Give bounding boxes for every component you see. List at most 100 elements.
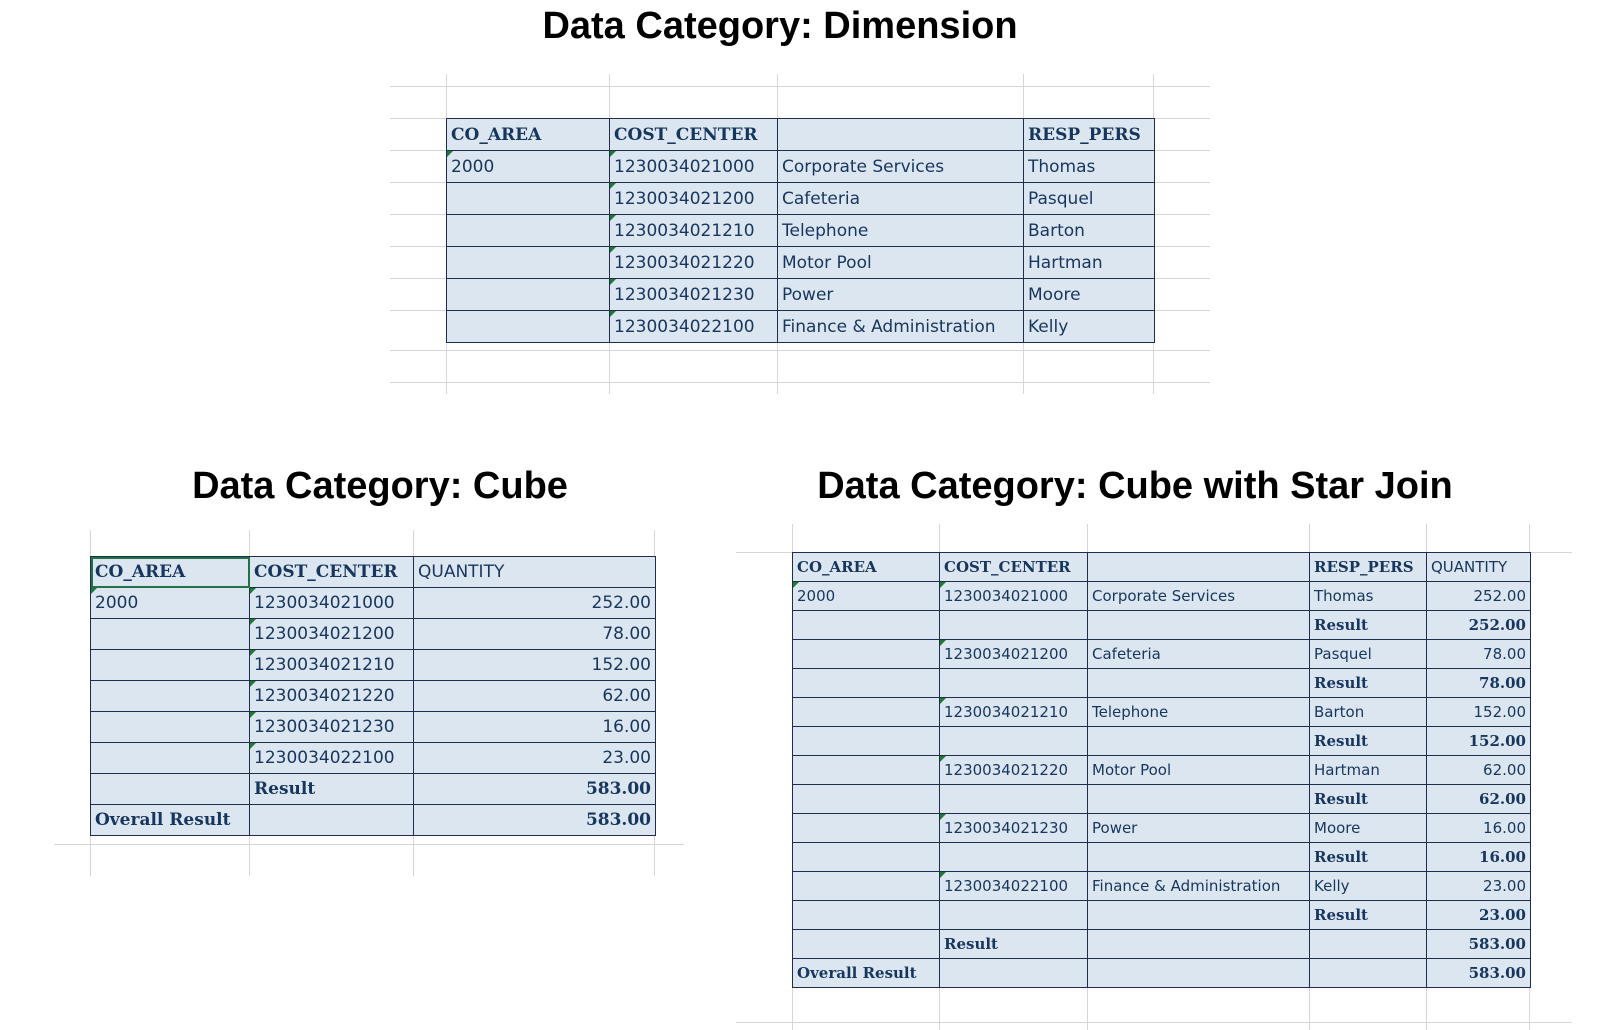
subtotal-value[interactable]: 62.00 [1426, 784, 1531, 814]
header-co-area[interactable]: CO_AREA [792, 552, 940, 582]
subtotal-value[interactable]: 152.00 [1426, 726, 1531, 756]
header-cost-center[interactable]: COST_CENTER [609, 118, 778, 151]
cell-resp-pers[interactable]: Barton [1309, 697, 1427, 727]
cell-text[interactable]: Motor Pool [777, 246, 1024, 279]
cell-resp-pers[interactable]: Thomas [1023, 150, 1155, 183]
cell-text[interactable] [1087, 842, 1310, 872]
cell-resp-pers[interactable]: Pasquel [1309, 639, 1427, 669]
cell-co-area[interactable] [90, 742, 250, 774]
cell-text[interactable]: Cafeteria [1087, 639, 1310, 669]
cell-cost-center[interactable] [939, 726, 1088, 756]
cell-co-area[interactable] [90, 773, 250, 805]
header-quantity[interactable]: QUANTITY [1426, 552, 1531, 582]
cell-cost-center[interactable] [939, 610, 1088, 640]
cell-co-area[interactable] [792, 900, 940, 930]
cell-text[interactable] [1087, 668, 1310, 698]
subtotal-label[interactable]: Result [1309, 726, 1427, 756]
cell-resp-pers[interactable]: Pasquel [1023, 182, 1155, 215]
cell-text[interactable]: Corporate Services [777, 150, 1024, 183]
cell-resp-pers[interactable]: Kelly [1023, 310, 1155, 343]
subtotal-value[interactable]: 23.00 [1426, 900, 1531, 930]
header-co-area[interactable]: CO_AREA [446, 118, 610, 151]
header-text[interactable] [777, 118, 1024, 151]
header-resp-pers[interactable]: RESP_PERS [1309, 552, 1427, 582]
cell-quantity[interactable]: 62.00 [413, 680, 656, 712]
cell-text[interactable]: Corporate Services [1087, 581, 1310, 611]
cell-cost-center[interactable] [939, 784, 1088, 814]
cell-co-area[interactable] [90, 711, 250, 743]
cell-cost-center[interactable]: 1230034021000 [609, 150, 778, 183]
cell-quantity[interactable]: 78.00 [1426, 639, 1531, 669]
cell-text[interactable] [1087, 610, 1310, 640]
cell-quantity[interactable]: 252.00 [1426, 581, 1531, 611]
cell-text[interactable] [1087, 958, 1310, 988]
cell-quantity[interactable]: 62.00 [1426, 755, 1531, 785]
cell-co-area[interactable] [90, 649, 250, 681]
cell-cost-center[interactable]: 1230034022100 [939, 871, 1088, 901]
header-quantity[interactable]: QUANTITY [413, 556, 656, 588]
header-cost-center[interactable]: COST_CENTER [249, 556, 414, 588]
subtotal-label[interactable]: Result [1309, 900, 1427, 930]
cell-text[interactable]: Cafeteria [777, 182, 1024, 215]
cell-cost-center[interactable] [249, 804, 414, 836]
cell-cost-center[interactable]: 1230034021000 [939, 581, 1088, 611]
cell-co-area[interactable] [446, 182, 610, 215]
cell-quantity[interactable]: 152.00 [413, 649, 656, 681]
cell-co-area[interactable] [792, 697, 940, 727]
cell-text[interactable]: Telephone [777, 214, 1024, 247]
cell-quantity[interactable]: 78.00 [413, 618, 656, 650]
cell-cost-center[interactable]: 1230034021230 [939, 813, 1088, 843]
cell-text[interactable]: Finance & Administration [777, 310, 1024, 343]
subtotal-label[interactable]: Result [1309, 668, 1427, 698]
cell-resp-pers[interactable] [1309, 958, 1427, 988]
header-text[interactable] [1087, 552, 1310, 582]
cell-text[interactable]: Power [777, 278, 1024, 311]
cell-text[interactable] [1087, 900, 1310, 930]
subtotal-value[interactable]: 78.00 [1426, 668, 1531, 698]
cell-text[interactable]: Finance & Administration [1087, 871, 1310, 901]
cell-co-area[interactable] [792, 784, 940, 814]
cell-co-area[interactable]: 2000 [792, 581, 940, 611]
result-label[interactable]: Result [249, 773, 414, 805]
cell-cost-center[interactable] [939, 958, 1088, 988]
cell-cost-center[interactable]: 1230034021230 [249, 711, 414, 743]
cell-cost-center[interactable]: 1230034021210 [249, 649, 414, 681]
cell-co-area[interactable] [792, 639, 940, 669]
cell-resp-pers[interactable]: Thomas [1309, 581, 1427, 611]
cell-co-area[interactable] [90, 680, 250, 712]
cell-co-area[interactable] [792, 813, 940, 843]
cell-cost-center[interactable] [939, 900, 1088, 930]
result-label[interactable]: Result [939, 929, 1088, 959]
cell-resp-pers[interactable] [1309, 929, 1427, 959]
cell-co-area[interactable] [446, 310, 610, 343]
cell-co-area[interactable] [446, 278, 610, 311]
cell-cost-center[interactable]: 1230034021200 [609, 182, 778, 215]
cell-co-area[interactable]: 2000 [90, 587, 250, 619]
cell-quantity[interactable]: 16.00 [413, 711, 656, 743]
cell-quantity[interactable]: 23.00 [413, 742, 656, 774]
cell-co-area[interactable] [792, 610, 940, 640]
cell-co-area[interactable] [446, 246, 610, 279]
cell-cost-center[interactable]: 1230034022100 [249, 742, 414, 774]
cell-cost-center[interactable] [939, 668, 1088, 698]
subtotal-value[interactable]: 252.00 [1426, 610, 1531, 640]
cell-quantity[interactable]: 152.00 [1426, 697, 1531, 727]
cell-quantity[interactable]: 23.00 [1426, 871, 1531, 901]
cell-co-area[interactable] [792, 755, 940, 785]
cell-text[interactable]: Telephone [1087, 697, 1310, 727]
subtotal-value[interactable]: 16.00 [1426, 842, 1531, 872]
result-value[interactable]: 583.00 [1426, 929, 1531, 959]
cell-cost-center[interactable]: 1230034021210 [939, 697, 1088, 727]
overall-result-label[interactable]: Overall Result [90, 804, 250, 836]
cell-co-area[interactable]: 2000 [446, 150, 610, 183]
cell-resp-pers[interactable]: Barton [1023, 214, 1155, 247]
overall-result-value[interactable]: 583.00 [1426, 958, 1531, 988]
cell-quantity[interactable]: 252.00 [413, 587, 656, 619]
overall-result-label[interactable]: Overall Result [792, 958, 940, 988]
cell-cost-center[interactable]: 1230034021200 [249, 618, 414, 650]
overall-result-value[interactable]: 583.00 [413, 804, 656, 836]
cell-cost-center[interactable]: 1230034021230 [609, 278, 778, 311]
cell-co-area[interactable] [792, 929, 940, 959]
cell-text[interactable] [1087, 784, 1310, 814]
cell-resp-pers[interactable]: Hartman [1309, 755, 1427, 785]
